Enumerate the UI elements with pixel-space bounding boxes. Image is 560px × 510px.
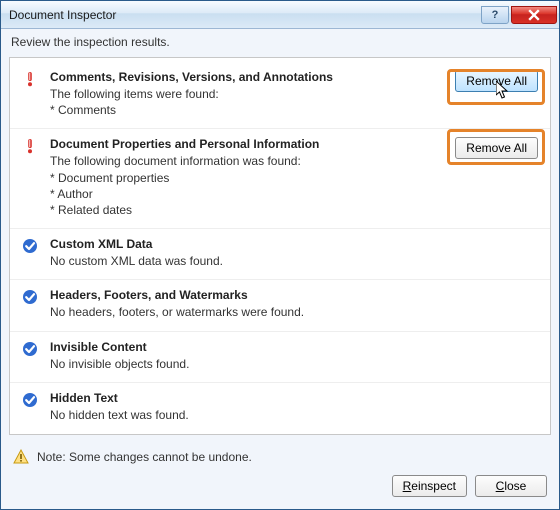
dialog-footer: Note: Some changes cannot be undone. Rei… — [1, 443, 559, 509]
inspection-section: Headers, Footers, and Watermarks No heade… — [10, 279, 550, 330]
section-title: Comments, Revisions, Versions, and Annot… — [50, 70, 418, 84]
section-body: No invisible objects found. — [50, 356, 418, 372]
dialog-window: Document Inspector ? Review the inspecti… — [0, 0, 560, 510]
inspection-section: Custom XML Data No custom XML data was fo… — [10, 228, 550, 279]
instruction-text: Review the inspection results. — [1, 29, 559, 57]
status-icon-slot — [22, 237, 40, 254]
status-icon-slot — [22, 70, 40, 87]
checkmark-icon — [22, 238, 38, 254]
section-text: Headers, Footers, and Watermarks No heade… — [50, 288, 418, 320]
exclamation-icon — [22, 138, 38, 154]
exclamation-icon — [22, 71, 38, 87]
alert-icon — [13, 449, 29, 465]
section-text: Hidden Text No hidden text was found. — [50, 391, 418, 423]
footer-note: Note: Some changes cannot be undone. — [13, 449, 547, 465]
footer-buttons: Reinspect Close — [13, 475, 547, 497]
section-title: Headers, Footers, and Watermarks — [50, 288, 418, 302]
section-body: No headers, footers, or watermarks were … — [50, 304, 418, 320]
status-icon-slot — [22, 340, 40, 357]
inspection-section: Invisible Content No invisible objects fo… — [10, 331, 550, 382]
titlebar: Document Inspector ? — [1, 1, 559, 29]
section-title: Custom XML Data — [50, 237, 418, 251]
close-icon — [528, 9, 540, 21]
section-body: No hidden text was found. — [50, 407, 418, 423]
annotation-highlight — [447, 69, 545, 105]
section-text: Comments, Revisions, Versions, and Annot… — [50, 70, 418, 118]
close-button[interactable]: Close — [475, 475, 547, 497]
annotation-highlight — [447, 129, 545, 165]
checkmark-icon — [22, 289, 38, 305]
section-text: Document Properties and Personal Informa… — [50, 137, 418, 218]
results-panel: Comments, Revisions, Versions, and Annot… — [9, 57, 551, 435]
section-body: No custom XML data was found. — [50, 253, 418, 269]
status-icon-slot — [22, 137, 40, 154]
checkmark-icon — [22, 341, 38, 357]
section-title: Document Properties and Personal Informa… — [50, 137, 418, 151]
status-icon-slot — [22, 288, 40, 305]
inspection-section: Hidden Text No hidden text was found. — [10, 382, 550, 433]
close-window-button[interactable] — [511, 6, 557, 24]
section-body: The following document information was f… — [50, 153, 418, 218]
section-title: Invisible Content — [50, 340, 418, 354]
status-icon-slot — [22, 391, 40, 408]
help-button[interactable]: ? — [481, 6, 509, 24]
reinspect-button[interactable]: Reinspect — [392, 475, 467, 497]
checkmark-icon — [22, 392, 38, 408]
footer-note-text: Note: Some changes cannot be undone. — [37, 450, 252, 464]
section-body: The following items were found: * Commen… — [50, 86, 418, 118]
titlebar-buttons: ? — [481, 6, 557, 24]
window-title: Document Inspector — [9, 8, 481, 22]
section-title: Hidden Text — [50, 391, 418, 405]
section-text: Invisible Content No invisible objects fo… — [50, 340, 418, 372]
section-text: Custom XML Data No custom XML data was fo… — [50, 237, 418, 269]
